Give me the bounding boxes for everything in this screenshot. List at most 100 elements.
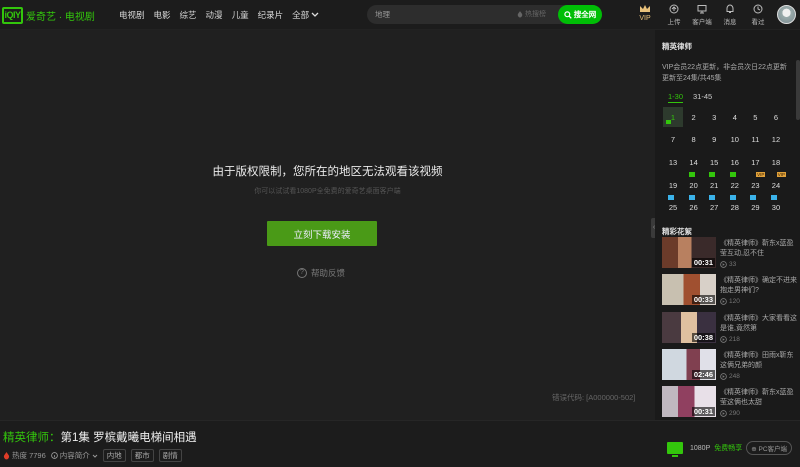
tag-genre-urban[interactable]: 都市 (130, 449, 154, 462)
episode-button[interactable]: 1 (663, 107, 683, 127)
episode-badge (668, 194, 674, 200)
vip-entry[interactable]: VIP (637, 4, 653, 22)
episode-button[interactable]: 9 (704, 130, 724, 150)
tab-range-31-45[interactable]: 31-45 (693, 92, 712, 103)
episode-number: 24 (771, 180, 781, 190)
clip-duration: 02:46 (691, 369, 715, 379)
nav-item-kids[interactable]: 儿童 (232, 9, 249, 21)
episode-badge (709, 172, 716, 178)
episode-number: 12 (771, 135, 781, 145)
clip-title[interactable]: 《精英律师》靳东x蓝盈莹互动,忍不住 (720, 239, 800, 259)
episode-button[interactable]: 12 (766, 130, 786, 150)
episode-button[interactable]: 27 (704, 194, 724, 218)
nav-item-variety[interactable]: 综艺 (180, 9, 197, 21)
highlight-clip-list: 00:31 《精英律师》靳东x蓝盈莹互动,忍不住 33 00:33 《精英律师》确定不进… (662, 236, 800, 422)
episode-button[interactable]: 13 (663, 152, 683, 172)
episode-button[interactable]: 23 VIP (745, 172, 766, 195)
download-install-button[interactable]: 立刻下载安装 (267, 221, 377, 246)
tab-range-1-30[interactable]: 1-30 (668, 92, 684, 103)
clip-thumbnail[interactable]: 00:31 (662, 237, 716, 268)
content-intro-toggle[interactable]: 内容简介 (50, 450, 98, 461)
highlight-clip[interactable]: 00:31 《精英律师》靳东x蓝盈莹互动,忍不住 33 (662, 236, 800, 273)
episode-button[interactable]: 6 (766, 107, 786, 127)
search-input[interactable] (375, 7, 515, 22)
nav-item-movie[interactable]: 电影 (154, 9, 171, 21)
pc-client-button[interactable]: ⊕ PC客户端 (746, 441, 793, 455)
episode-button[interactable]: 21 (704, 172, 724, 195)
clip-title[interactable]: 《精英律师》大家看看这是谁,竟然第 (720, 314, 800, 334)
clip-view-count: 33 (729, 261, 737, 268)
tag-genre-drama[interactable]: 剧情 (158, 449, 182, 462)
clip-thumbnail[interactable]: 00:38 (662, 311, 716, 343)
search-button-label: 搜全网 (573, 10, 597, 19)
client-button[interactable]: 客户端 (688, 4, 716, 26)
highlight-clip[interactable]: 02:46 《精英律师》田雨x靳东这俩兄弟的颜 248 (662, 348, 800, 385)
highlight-clip[interactable]: 00:33 《精英律师》确定不进来抱走男神们? 120 (662, 273, 800, 310)
clip-thumbnail[interactable]: 02:46 (662, 348, 716, 380)
nav-item-tv[interactable]: 电视剧 (119, 9, 145, 21)
download-icon: ⊕ (751, 446, 757, 453)
episode-button[interactable]: 30 (766, 194, 786, 218)
client-promo[interactable]: 1080P 免费畅享 ⊕ PC客户端 (667, 441, 793, 457)
clip-duration: 00:38 (691, 332, 715, 342)
chevron-down-icon (92, 454, 98, 458)
episode-button[interactable]: 24 VIP (766, 172, 786, 195)
avatar[interactable] (777, 5, 796, 24)
highlight-clip[interactable]: 00:38 《精英律师》大家看看这是谁,竟然第 218 (662, 311, 800, 348)
episode-button[interactable]: 4 (725, 107, 745, 127)
search-button[interactable]: 搜全网 (558, 5, 602, 24)
messages-label: 消息 (723, 19, 737, 26)
episode-badge (770, 194, 777, 200)
video-player: 由于版权限制，您所在的地区无法观看该视频 你可以试试看1080P全免费的爱奇艺桌… (0, 30, 655, 420)
clip-title[interactable]: 《精英律师》靳东x蓝盈莹这俩也太甜 (720, 388, 800, 408)
tag-region[interactable]: 内地 (102, 449, 126, 462)
hot-search-link[interactable]: 热搜榜 (517, 9, 546, 19)
episode-button[interactable]: 29 (745, 194, 765, 218)
episode-number: 23 (751, 180, 760, 190)
episode-button[interactable]: 28 (725, 194, 745, 218)
heat-indicator: 热度 7796 (3, 450, 46, 461)
episode-number: 11 (751, 135, 760, 145)
clip-title[interactable]: 《精英律师》田雨x靳东这俩兄弟的颜 (720, 351, 800, 371)
client-label: 客户端 (692, 19, 712, 26)
episode-button[interactable]: 18 (766, 152, 786, 172)
episode-button[interactable]: 16 (725, 152, 745, 172)
nav-item-anime[interactable]: 动漫 (206, 9, 223, 21)
upload-button[interactable]: 上传 (660, 4, 688, 26)
clip-title[interactable]: 《精英律师》确定不进来抱走男神们? (720, 276, 800, 296)
episode-button[interactable]: 5 (745, 107, 765, 127)
feedback-link[interactable]: ? 帮助反馈 (297, 267, 345, 279)
clip-thumbnail[interactable]: 00:33 (662, 274, 716, 306)
nav-item-all[interactable]: 全部 (292, 9, 319, 21)
highlight-clip[interactable]: 00:31 《精英律师》靳东x蓝盈莹这俩也太甜 290 (662, 385, 800, 422)
episode-button[interactable]: 8 (684, 130, 704, 150)
clip-thumbnail[interactable]: 00:31 (662, 386, 716, 418)
episode-button[interactable]: 20 (684, 172, 704, 195)
nav-item-documentary[interactable]: 纪录片 (258, 9, 284, 21)
logo[interactable]: iQIY 爱奇艺 · 电视剧 (2, 6, 95, 24)
episode-button[interactable]: 2 (684, 107, 704, 127)
episode-button[interactable]: 10 (725, 130, 745, 150)
heat-label: 热度 7796 (12, 451, 46, 460)
episode-button[interactable]: 19 (663, 175, 683, 195)
episode-button[interactable]: 7 (663, 130, 683, 150)
messages-button[interactable]: 消息 (716, 4, 744, 26)
episode-button[interactable]: 11 (745, 130, 765, 150)
episode-number: 21 (710, 180, 719, 190)
sidebar-scrollbar[interactable] (796, 60, 800, 120)
episode-button[interactable]: 22 (725, 172, 745, 195)
episode-grid: 1 2 3 4 5 6 7 8 9 10 11 12 13 14 15 16 17 18 19 20 21 22 23 VIP… (663, 107, 793, 220)
episode-button[interactable]: 25 (663, 194, 683, 218)
episode-button[interactable]: 3 (704, 107, 724, 127)
upload-label: 上传 (667, 19, 681, 26)
episode-button[interactable]: 26 (684, 194, 704, 218)
episode-number: 10 (730, 135, 739, 145)
episode-button[interactable]: 15 (704, 152, 724, 172)
clip-view-count: 120 (729, 298, 740, 306)
episode-number: 15 (710, 157, 719, 167)
episode-button[interactable]: 14 (684, 152, 704, 172)
show-name-link[interactable]: 精英律师： (3, 432, 61, 444)
episode-badge (729, 194, 736, 200)
episode-button[interactable]: 17 (745, 152, 765, 172)
history-button[interactable]: 看过 (744, 4, 772, 26)
